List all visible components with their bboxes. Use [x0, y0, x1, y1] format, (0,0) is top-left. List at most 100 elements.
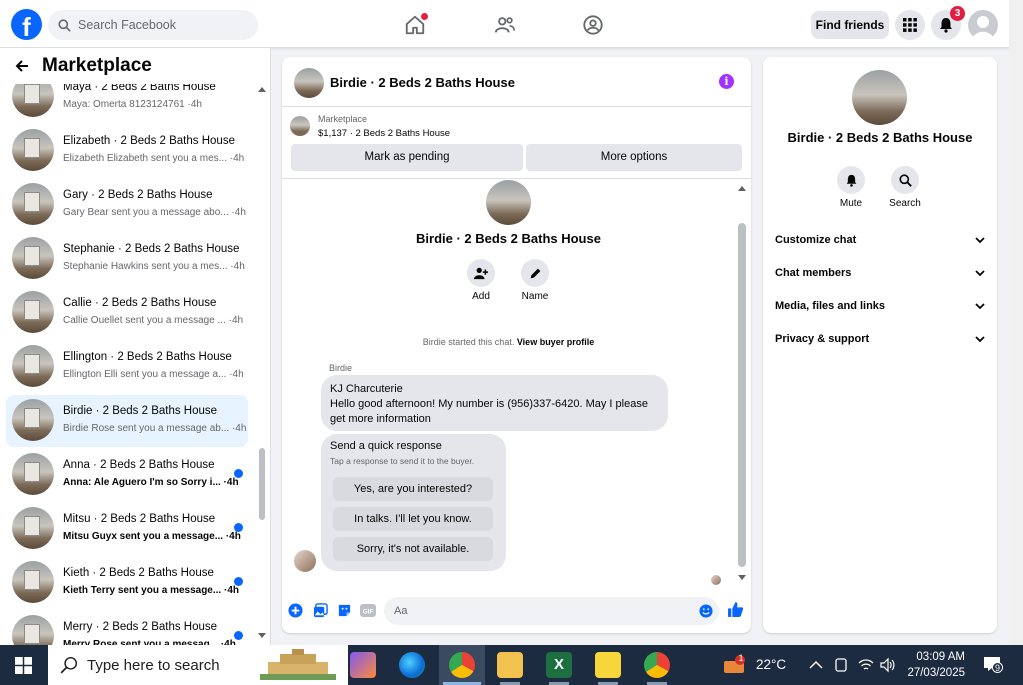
chat-avatar[interactable]: [294, 68, 324, 98]
scrollbar-thumb[interactable]: [738, 223, 746, 567]
clock-time: 03:09 AM: [916, 651, 965, 663]
find-friends-button[interactable]: Find friends: [811, 11, 889, 39]
search-facebook-input[interactable]: Search Facebook: [48, 10, 258, 40]
conversation-title: Mitsu · 2 Beds 2 Baths House: [63, 513, 216, 525]
listing-thumbnail: [290, 116, 310, 136]
file-explorer-icon[interactable]: [497, 652, 523, 678]
chevron-up-icon[interactable]: [809, 659, 823, 673]
scroll-up-arrow-icon[interactable]: [738, 185, 746, 191]
edge-browser-icon[interactable]: [399, 652, 425, 678]
scroll-up-arrow-icon[interactable]: [258, 86, 266, 92]
notification-count-badge: 3: [950, 6, 965, 21]
chat-header: Birdie · 2 Beds 2 Baths House i: [282, 57, 751, 107]
unread-dot: [234, 577, 243, 586]
notification-center-icon[interactable]: 9: [983, 656, 1003, 674]
info-icon[interactable]: i: [719, 74, 734, 89]
taskbar-search-placeholder: Type here to search: [87, 656, 220, 674]
chat-members-section[interactable]: Chat members: [775, 267, 985, 287]
search-in-chat-icon[interactable]: [891, 166, 919, 194]
conversation-item[interactable]: Kieth · 2 Beds 2 Baths House Kieth Terry …: [6, 557, 248, 609]
conversation-title: Anna · 2 Beds 2 Baths House: [63, 459, 215, 471]
conversation-item[interactable]: Birdie · 2 Beds 2 Baths House Birdie Rose…: [6, 395, 248, 447]
quick-response-title: Send a quick response: [330, 440, 442, 452]
incoming-message-bubble: KJ Charcuterie Hello good afternoon! My …: [321, 375, 668, 431]
emoji-icon[interactable]: [699, 604, 713, 618]
add-label: Add: [472, 291, 490, 302]
listing-row[interactable]: Marketplace $1,137 · 2 Beds 2 Baths Hous…: [282, 108, 751, 144]
message-input[interactable]: Aa: [384, 597, 719, 625]
meet-now-icon[interactable]: [834, 657, 848, 676]
page-scrollbar[interactable]: [1009, 0, 1023, 645]
chat-profile-avatar: [486, 180, 531, 225]
listing-thumbnail: [12, 345, 54, 387]
unread-dot: [234, 523, 243, 532]
conversation-preview: Maya: Omerta 8123124761 ·4h: [63, 99, 202, 110]
scrollbar-thumb[interactable]: [259, 448, 265, 520]
sticker-icon[interactable]: [337, 603, 352, 618]
view-buyer-profile-link[interactable]: View buyer profile: [517, 337, 594, 347]
gif-icon[interactable]: GIF: [360, 603, 376, 618]
groups-icon[interactable]: [580, 12, 606, 38]
conversation-item[interactable]: Mitsu · 2 Beds 2 Baths House Mitsu Guyx s…: [6, 503, 248, 555]
chrome-browser-icon[interactable]: [449, 652, 475, 678]
conversation-item[interactable]: Anna · 2 Beds 2 Baths House Anna: Ale Agu…: [6, 449, 248, 501]
temperature-text[interactable]: 22°C: [756, 657, 786, 672]
chat-window: Birdie · 2 Beds 2 Baths House i Marketpl…: [282, 57, 751, 633]
photo-gallery-icon[interactable]: [313, 603, 328, 618]
scroll-down-arrow-icon[interactable]: [258, 633, 266, 639]
menu-grid-icon[interactable]: [895, 10, 925, 40]
privacy-support-section[interactable]: Privacy & support: [775, 333, 985, 353]
add-person-icon[interactable]: [467, 259, 495, 287]
taskbar-search-box[interactable]: Type here to search: [48, 645, 348, 685]
unread-dot: [234, 469, 243, 478]
customize-chat-section[interactable]: Customize chat: [775, 234, 985, 254]
conversation-item[interactable]: Stephanie · 2 Beds 2 Baths House Stephani…: [6, 233, 248, 285]
network-icon[interactable]: [858, 657, 874, 676]
quick-response-in-talks-button[interactable]: In talks. I'll let you know.: [333, 507, 493, 531]
sticky-notes-icon[interactable]: [595, 652, 621, 678]
quick-response-yes-button[interactable]: Yes, are you interested?: [333, 477, 493, 501]
conversation-item[interactable]: Merry · 2 Beds 2 Baths House Merry Rose s…: [6, 611, 248, 645]
account-avatar[interactable]: [968, 10, 998, 40]
copilot-app-icon[interactable]: [350, 652, 376, 678]
mute-bell-icon[interactable]: [837, 166, 865, 194]
listing-thumbnail: [12, 129, 54, 171]
thumbs-up-icon[interactable]: [727, 601, 744, 617]
quick-response-not-available-button[interactable]: Sorry, it's not available.: [333, 537, 493, 561]
plus-circle-icon[interactable]: [288, 603, 303, 618]
conversation-list-scrollbar[interactable]: [257, 84, 267, 639]
conversation-item[interactable]: Elizabeth · 2 Beds 2 Baths House Elizabet…: [6, 125, 248, 177]
conversation-item[interactable]: Callie · 2 Beds 2 Baths House Callie Ouel…: [6, 287, 248, 339]
section-label: Chat members: [775, 267, 852, 279]
facebook-logo[interactable]: f: [11, 9, 42, 40]
mark-as-pending-button[interactable]: Mark as pending: [291, 144, 523, 171]
conversation-preview: Ellington Elli sent you a message a... ·…: [63, 369, 244, 380]
chrome-profile-icon[interactable]: [644, 652, 670, 678]
conversation-item[interactable]: Ellington · 2 Beds 2 Baths House Ellingto…: [6, 341, 248, 393]
excel-icon[interactable]: X: [546, 652, 572, 678]
search-highlight-illustration-icon: [260, 649, 336, 680]
quick-response-subtitle: Tap a response to send it to the buyer.: [330, 456, 475, 466]
conversation-preview: Stephanie Hawkins sent you a mes... ·4h: [63, 261, 245, 272]
weather-icon[interactable]: 1: [722, 653, 748, 675]
volume-icon[interactable]: [879, 657, 895, 676]
windows-start-icon[interactable]: [15, 657, 32, 677]
search-placeholder: Search Facebook: [78, 18, 176, 32]
scroll-down-arrow-icon[interactable]: [738, 575, 746, 581]
conversation-item[interactable]: Gary · 2 Beds 2 Baths House Gary Bear sen…: [6, 179, 248, 231]
edit-name-pencil-icon[interactable]: [521, 259, 549, 287]
friends-icon[interactable]: [492, 12, 518, 38]
listing-thumbnail: [12, 237, 54, 279]
details-avatar: [852, 70, 907, 125]
media-files-links-section[interactable]: Media, files and links: [775, 300, 985, 320]
conversation-title: Birdie · 2 Beds 2 Baths House: [63, 405, 218, 417]
started-text: Birdie started this chat.: [422, 337, 515, 347]
home-icon[interactable]: [402, 12, 428, 38]
chat-title[interactable]: Birdie · 2 Beds 2 Baths House: [330, 75, 515, 90]
back-arrow-icon[interactable]: [14, 58, 30, 77]
chat-scrollbar[interactable]: [736, 181, 748, 585]
name-label: Name: [521, 291, 549, 302]
more-options-button[interactable]: More options: [526, 144, 742, 171]
system-clock[interactable]: 03:09 AM 27/03/2025: [900, 649, 965, 681]
conversation-preview: Elizabeth Elizabeth sent you a mes... ·4…: [63, 153, 245, 164]
